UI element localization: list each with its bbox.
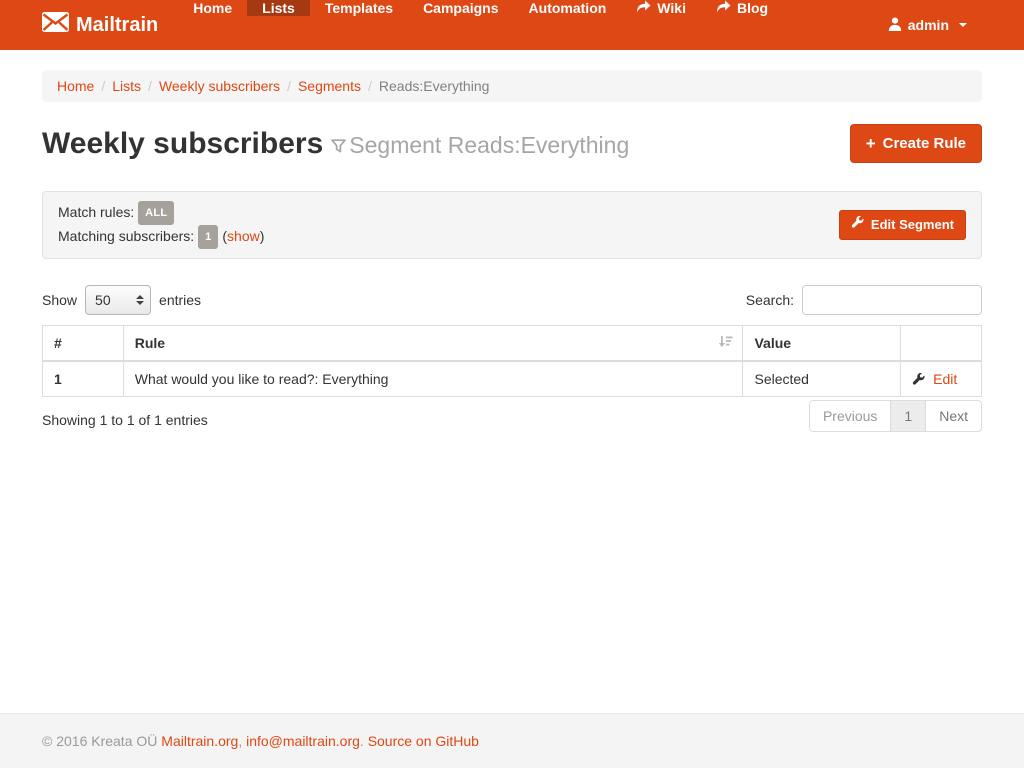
column-header-value[interactable]: Value	[743, 326, 901, 362]
matching-count-badge: 1	[198, 225, 218, 249]
rules-table: # Rule	[42, 325, 982, 397]
wrench-icon	[851, 216, 864, 234]
breadcrumb-home[interactable]: Home	[57, 78, 94, 94]
page-title: Weekly subscribersSegment Reads:Everythi…	[42, 127, 629, 160]
edit-rule-link[interactable]: Edit	[933, 371, 957, 387]
column-header-actions	[901, 326, 982, 362]
match-rules-label: Match rules:	[58, 204, 134, 220]
match-rules-badge: ALL	[138, 201, 174, 225]
actions-cell: Edit	[901, 361, 982, 397]
breadcrumb-weekly-subscribers[interactable]: Weekly subscribers	[159, 78, 280, 94]
segment-summary-panel: Match rules: ALL Matching subscribers: 1…	[42, 191, 982, 259]
nav-item-automation[interactable]: Automation	[514, 0, 622, 16]
nav-item-blog[interactable]: Blog	[701, 0, 783, 16]
pagination: Previous 1 Next	[809, 400, 982, 432]
envelope-icon	[42, 12, 69, 38]
wrench-icon	[912, 371, 933, 387]
pagination-page-1[interactable]: 1	[890, 400, 926, 432]
breadcrumb: Home Lists Weekly subscribers Segments R…	[42, 70, 982, 102]
entries-label: entries	[159, 292, 201, 308]
page-footer: © 2016 Kreata OÜ Mailtrain.org, info@mai…	[0, 713, 1024, 768]
nav-item-wiki[interactable]: Wiki	[621, 0, 701, 16]
page-subtitle: Segment Reads:Everything	[331, 132, 629, 158]
nav-item-home[interactable]: Home	[178, 0, 247, 16]
user-menu[interactable]: admin	[873, 0, 982, 50]
share-arrow-icon	[636, 0, 651, 16]
mailtrain-org-link[interactable]: Mailtrain.org	[161, 733, 238, 749]
search-label: Search:	[746, 292, 794, 308]
nav-item-lists[interactable]: Lists	[247, 0, 310, 16]
plus-icon: +	[866, 135, 876, 152]
pagination-next[interactable]: Next	[925, 400, 982, 432]
breadcrumb-lists[interactable]: Lists	[112, 78, 141, 94]
brand-mailtrain[interactable]: Mailtrain	[42, 0, 178, 50]
filter-icon	[331, 139, 346, 153]
pagination-previous[interactable]: Previous	[809, 400, 891, 432]
column-header-rule[interactable]: Rule	[123, 326, 743, 362]
breadcrumb-current: Reads:Everything	[379, 78, 490, 94]
email-link[interactable]: info@mailtrain.org	[246, 733, 360, 749]
nav-item-campaigns[interactable]: Campaigns	[408, 0, 513, 16]
create-rule-button[interactable]: + Create Rule	[850, 124, 982, 163]
main-nav: Home Lists Templates Campaigns Automatio…	[178, 0, 783, 50]
share-arrow-icon	[716, 0, 731, 16]
copyright-text: © 2016 Kreata OÜ	[42, 733, 161, 749]
top-navbar: Mailtrain Home Lists Templates Campaigns…	[0, 0, 1024, 50]
table-row: 1 What would you like to read?: Everythi…	[43, 361, 982, 397]
rule-cell: What would you like to read?: Everything	[123, 361, 743, 397]
search-input[interactable]	[802, 285, 982, 315]
nav-item-templates[interactable]: Templates	[310, 0, 408, 16]
page-size-select[interactable]: 50	[85, 285, 151, 315]
column-header-num[interactable]: #	[43, 326, 124, 362]
value-cell: Selected	[743, 361, 901, 397]
sort-icon	[718, 335, 733, 352]
show-label: Show	[42, 292, 77, 308]
chevron-down-icon	[959, 23, 967, 27]
show-subscribers-link[interactable]: show	[227, 228, 260, 244]
rule-number-cell: 1	[43, 361, 124, 397]
edit-segment-button[interactable]: Edit Segment	[839, 210, 966, 240]
matching-subscribers-label: Matching subscribers:	[58, 228, 194, 244]
user-icon	[888, 17, 902, 34]
breadcrumb-segments[interactable]: Segments	[298, 78, 361, 94]
brand-label: Mailtrain	[76, 14, 158, 37]
github-link[interactable]: Source on GitHub	[368, 733, 479, 749]
table-info: Showing 1 to 1 of 1 entries	[42, 397, 208, 428]
